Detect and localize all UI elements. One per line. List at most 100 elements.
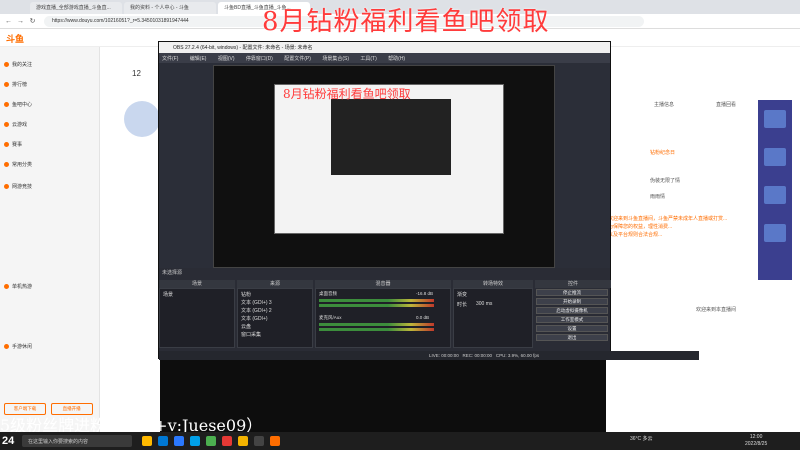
mixer-header: 混音器 — [315, 280, 451, 288]
forward-icon[interactable]: → — [16, 17, 25, 26]
scenes-panel: 场景 — [159, 288, 235, 348]
grid-icon — [4, 162, 9, 168]
start-recording-button[interactable]: 开始录制 — [536, 298, 608, 305]
source-item[interactable]: 文本 (GDI+) — [241, 315, 268, 322]
gift-icon[interactable] — [764, 148, 786, 166]
mixer-panel: 桌面音频 -16.8 dB 麦克风/Aux 0.0 dB — [315, 288, 451, 348]
no-source-label: 未选择源 — [162, 270, 183, 276]
audio-meter — [319, 328, 434, 331]
duration-label: 时长 — [457, 302, 468, 308]
taskbar-search-input[interactable]: 在这里输入你要搜索的内容 — [22, 435, 132, 447]
start-virtual-camera-button[interactable]: 启动虚拟摄像机 — [536, 307, 608, 314]
obs-window: OBS 27.2.4 (64-bit, windows) - 配置文件: 未命名… — [158, 41, 699, 360]
audio-meter — [319, 304, 434, 307]
corner-number: 24 — [2, 435, 15, 447]
nested-screen-capture: 8月钻粉福利看鱼吧领取 — [274, 84, 504, 234]
browser-tab-2[interactable]: 我的资料 - 个人中心 - 斗鱼 — [124, 2, 216, 14]
sidebar-item-single[interactable]: 单机热游 — [4, 283, 32, 290]
gift-icon[interactable] — [764, 186, 786, 204]
phone-icon — [4, 344, 9, 350]
sidebar-item-label: 排行榜 — [12, 82, 28, 88]
exit-button[interactable]: 退出 — [536, 334, 608, 341]
chrome-icon[interactable] — [238, 436, 248, 446]
gift-icon[interactable] — [764, 110, 786, 128]
clock-time: 12:00 — [749, 434, 763, 440]
obs-icon[interactable] — [254, 436, 264, 446]
app-icon[interactable] — [190, 436, 200, 446]
source-item[interactable]: 钻粉 — [241, 291, 251, 298]
sidebar-item-yuba[interactable]: 鱼吧中心 — [4, 101, 32, 108]
sidebar-item-label: 我的关注 — [12, 62, 33, 68]
cup-icon — [4, 142, 9, 148]
chat-box: 欢迎来到斗鱼直播间，斗鱼严禁未成年人直播或打赏... 为保障您的权益，理性消费.… — [608, 215, 758, 295]
room-area-left: 12 — [100, 47, 160, 432]
sidebar-item-label: 云游戏 — [12, 122, 28, 128]
diamond-anniversary[interactable]: 钻粉纪念日 — [650, 149, 675, 156]
tab-label: 我的资料 - 个人中心 - 斗鱼 — [130, 5, 189, 11]
taskbar: 24 在这里输入你要搜索的内容 36°C 多云 12:00 2022/8/25 — [0, 432, 800, 450]
sidebar-item-label: 鱼吧中心 — [12, 102, 33, 108]
sidebar-item-common[interactable]: 常用分类 — [4, 161, 32, 168]
settings-button[interactable]: 设置 — [536, 325, 608, 332]
right-gift-rail — [758, 100, 792, 280]
menu-profile[interactable]: 配置文件(P) — [284, 56, 311, 62]
mixer-channel-name: 麦克风/Aux — [319, 315, 342, 320]
sidebar-item-events[interactable]: 赛事 — [4, 141, 22, 148]
controls-header: 控件 — [535, 280, 611, 288]
transitions-header: 转场特效 — [453, 280, 533, 288]
menu-edit[interactable]: 编辑(E) — [190, 56, 207, 62]
menu-help[interactable]: 帮助(H) — [388, 56, 405, 62]
rank-item: 雨雨情 — [650, 194, 666, 200]
sidebar-item-label: 常用分类 — [12, 162, 33, 168]
gift-icon[interactable] — [764, 224, 786, 242]
avatar[interactable] — [124, 101, 160, 137]
duration-input[interactable]: 300 ms — [476, 301, 492, 307]
transitions-panel: 渐变 时长 300 ms — [453, 288, 533, 348]
clock[interactable]: 12:00 2022/8/25 — [745, 434, 767, 448]
douyu-logo[interactable]: 斗鱼 — [6, 32, 24, 45]
menu-scene-collection[interactable]: 场景集合(S) — [322, 56, 349, 62]
studio-mode-button[interactable]: 工作室模式 — [536, 316, 608, 323]
sidebar-item-online[interactable]: 网游竞技 — [4, 183, 32, 190]
tab-anchor-info[interactable]: 主播信息 — [654, 101, 674, 108]
edge-icon[interactable] — [158, 436, 168, 446]
sources-header: 来源 — [237, 280, 313, 288]
sidebar: 我的关注 排行榜 鱼吧中心 云游戏 赛事 常用分类 网游竞技 单机热游 手游休闲… — [0, 47, 100, 432]
sidebar-item-follow[interactable]: 我的关注 — [4, 61, 32, 68]
sidebar-item-mobile[interactable]: 手游休闲 — [4, 343, 32, 350]
live-time: LIVE: 00:00:00 — [429, 353, 459, 358]
obs-preview[interactable]: 8月钻粉福利看鱼吧领取 — [213, 65, 555, 268]
heart-icon — [4, 62, 9, 68]
scene-item[interactable]: 场景 — [163, 291, 173, 298]
tab-replay[interactable]: 直播回看 — [716, 101, 736, 108]
menu-docks[interactable]: 停靠窗口(D) — [246, 56, 273, 62]
douyu-icon[interactable] — [270, 436, 280, 446]
stream-overlay-title: 8月钻粉福利看鱼吧领取 — [262, 7, 550, 37]
app-icon[interactable] — [222, 436, 232, 446]
follow-count: 12 — [132, 69, 141, 78]
app-icon[interactable] — [174, 436, 184, 446]
stop-streaming-button[interactable]: 停止推流 — [536, 289, 608, 296]
source-item[interactable]: 文本 (GDI+) 3 — [241, 299, 272, 306]
source-item[interactable]: 云盘 — [241, 323, 251, 330]
sidebar-item-rank[interactable]: 排行榜 — [4, 81, 27, 88]
file-explorer-icon[interactable] — [142, 436, 152, 446]
welcome-text: 欢迎来到本直播间 — [696, 307, 737, 313]
menu-tools[interactable]: 工具(T) — [360, 56, 376, 62]
source-item[interactable]: 窗口采集 — [241, 331, 261, 338]
transition-select[interactable]: 渐变 — [457, 291, 467, 298]
wechat-icon[interactable] — [206, 436, 216, 446]
obs-dock-area: 未选择源 场景 来源 混音器 转场特效 控件 场景 钻粉 文本 (GDI+) 3… — [159, 268, 699, 360]
scenes-header: 场景 — [159, 280, 235, 288]
back-icon[interactable]: ← — [4, 17, 13, 26]
browser-tab-1[interactable]: 游戏直播_全部游戏直播_斗鱼直... — [30, 2, 122, 14]
menu-view[interactable]: 视图(V) — [218, 56, 235, 62]
rec-time: REC: 00:00:00 — [462, 353, 493, 358]
gamepad-icon — [4, 184, 9, 190]
reload-icon[interactable]: ↻ — [28, 17, 37, 26]
menu-file[interactable]: 文件(F) — [162, 56, 178, 62]
source-item[interactable]: 文本 (GDI+) 2 — [241, 307, 272, 314]
sidebar-item-cloud-game[interactable]: 云游戏 — [4, 121, 27, 128]
chat-message: 以及平台规则合法合规... — [608, 232, 663, 238]
weather[interactable]: 36°C 多云 — [630, 435, 653, 442]
